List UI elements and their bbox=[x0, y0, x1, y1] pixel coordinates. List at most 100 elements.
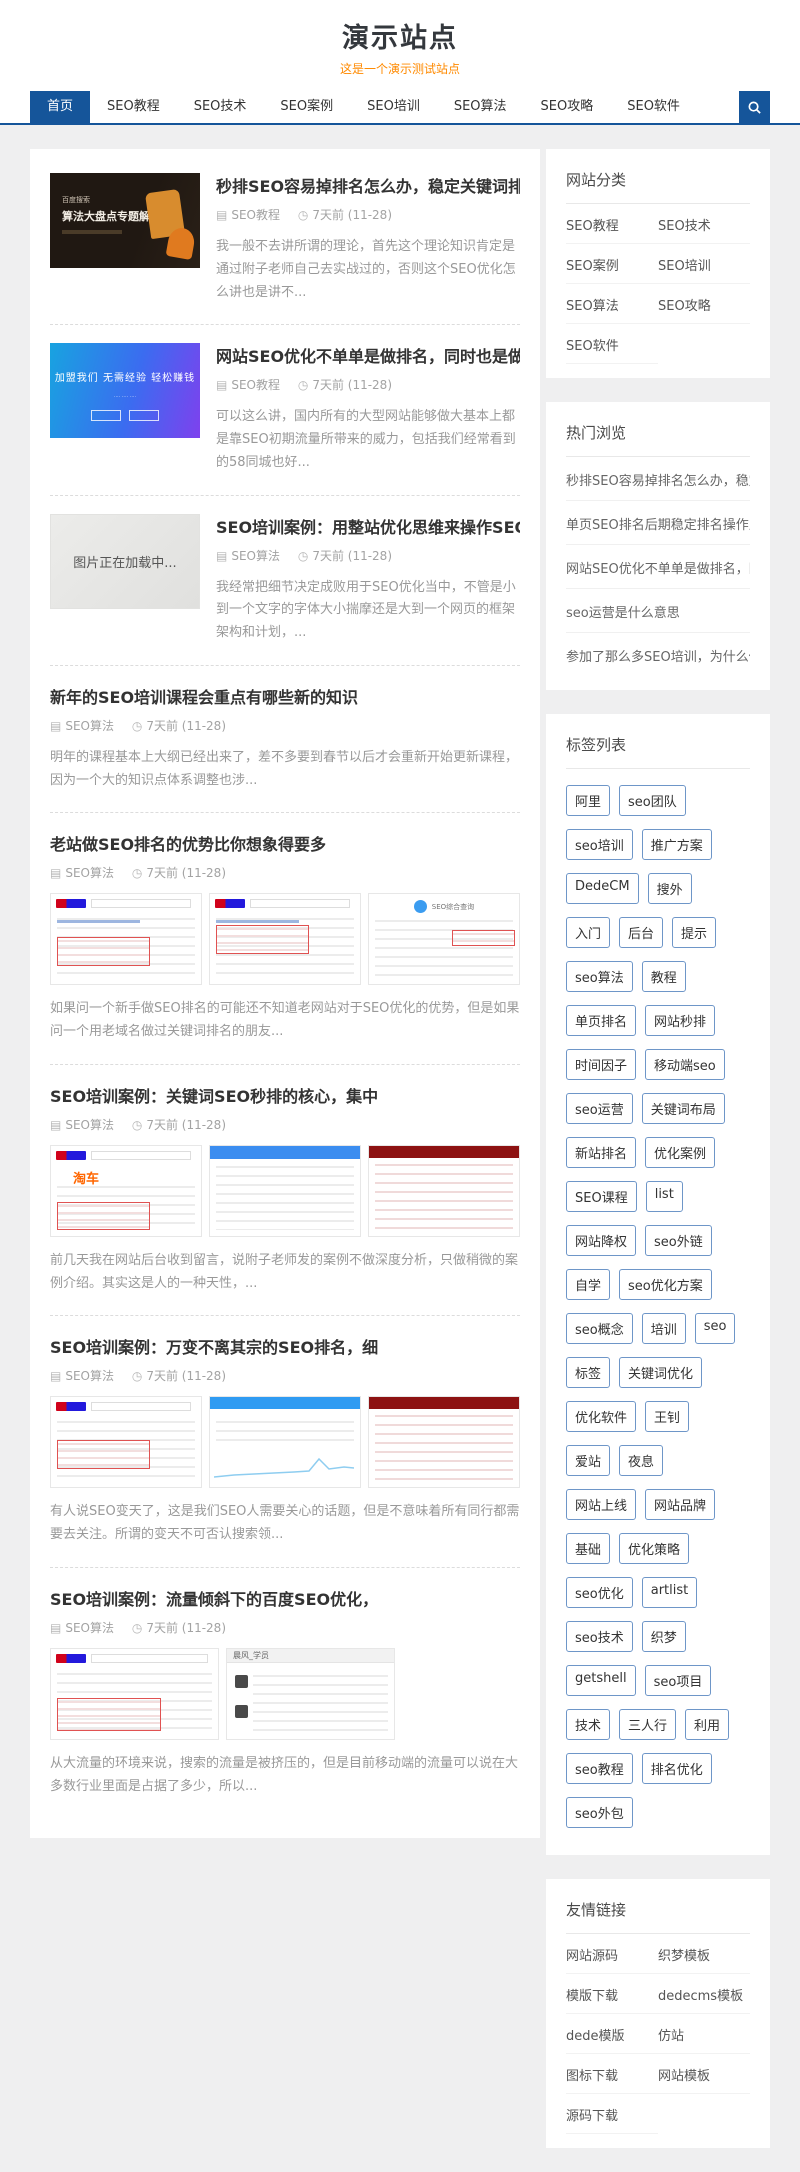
search-button[interactable] bbox=[739, 91, 770, 123]
tag-link[interactable]: 关键词优化 bbox=[619, 1357, 702, 1388]
category-link[interactable]: SEO培训 bbox=[658, 244, 750, 284]
article-meta: ▤SEO算法 ◷7天前 (11-28) bbox=[50, 1619, 520, 1636]
tag-link[interactable]: 新站排名 bbox=[566, 1137, 636, 1168]
nav-item-seo-strategy[interactable]: SEO攻略 bbox=[524, 91, 611, 123]
category-link[interactable]: SEO攻略 bbox=[658, 284, 750, 324]
friend-link[interactable]: 模版下载 bbox=[566, 1974, 658, 2014]
article-title[interactable]: 新年的SEO培训课程会重点有哪些新的知识 bbox=[50, 684, 520, 708]
tag-link[interactable]: 爱站 bbox=[566, 1445, 610, 1476]
tag-link[interactable]: 网站品牌 bbox=[645, 1489, 715, 1520]
nav-item-seo-algorithm[interactable]: SEO算法 bbox=[437, 91, 524, 123]
article-title[interactable]: SEO培训案例：关键词SEO秒排的核心，集中 bbox=[50, 1083, 520, 1107]
tag-link[interactable]: 利用 bbox=[685, 1709, 729, 1740]
friend-link[interactable]: 网站模板 bbox=[658, 2054, 750, 2094]
tag-link[interactable]: 移动端seo bbox=[645, 1049, 725, 1080]
friend-link[interactable]: 仿站 bbox=[658, 2014, 750, 2054]
nav-item-home[interactable]: 首页 bbox=[30, 91, 90, 123]
tag-link[interactable]: 王钊 bbox=[645, 1401, 689, 1432]
article-category[interactable]: SEO算法 bbox=[65, 719, 114, 733]
tag-link[interactable]: 织梦 bbox=[642, 1621, 686, 1652]
tag-link[interactable]: 培训 bbox=[642, 1313, 686, 1344]
tag-link[interactable]: 入门 bbox=[566, 917, 610, 948]
tag-link[interactable]: 推广方案 bbox=[642, 829, 712, 860]
article-title[interactable]: 网站SEO优化不单单是做排名，同时也是做 bbox=[216, 343, 520, 367]
tag-link[interactable]: seo概念 bbox=[566, 1313, 633, 1344]
article-title[interactable]: SEO培训案例：用整站优化思维来操作SEO首 bbox=[216, 514, 520, 538]
tag-link[interactable]: 夜息 bbox=[619, 1445, 663, 1476]
category-link[interactable]: SEO算法 bbox=[566, 284, 658, 324]
tag-link[interactable]: 阿里 bbox=[566, 785, 610, 816]
article-thumbnail[interactable]: 百度搜索 算法大盘点专题解读 bbox=[50, 173, 200, 268]
tag-link[interactable]: seo算法 bbox=[566, 961, 633, 992]
friend-link[interactable]: 源码下载 bbox=[566, 2094, 658, 2134]
category-link[interactable]: SEO案例 bbox=[566, 244, 658, 284]
tag-link[interactable]: 提示 bbox=[672, 917, 716, 948]
tag-link[interactable]: 网站降权 bbox=[566, 1225, 636, 1256]
friend-link[interactable]: 网站源码 bbox=[566, 1934, 658, 1974]
friend-link[interactable]: 织梦模板 bbox=[658, 1934, 750, 1974]
nav-item-seo-tutorial[interactable]: SEO教程 bbox=[90, 91, 177, 123]
hot-article-link[interactable]: 参加了那么多SEO培训，为什么你还 bbox=[566, 633, 750, 676]
tag-link[interactable]: getshell bbox=[566, 1665, 636, 1696]
tag-link[interactable]: 排名优化 bbox=[642, 1753, 712, 1784]
article-category[interactable]: SEO算法 bbox=[65, 1621, 114, 1635]
tag-link[interactable]: seo优化 bbox=[566, 1577, 633, 1608]
friend-link[interactable]: dede模版 bbox=[566, 2014, 658, 2054]
article-category[interactable]: SEO算法 bbox=[65, 1369, 114, 1383]
tag-link[interactable]: seo bbox=[695, 1313, 736, 1344]
article-category[interactable]: SEO算法 bbox=[231, 549, 280, 563]
category-link[interactable]: SEO软件 bbox=[566, 324, 658, 364]
tag-link[interactable]: SEO课程 bbox=[566, 1181, 637, 1212]
tag-link[interactable]: 教程 bbox=[642, 961, 686, 992]
tag-link[interactable]: 优化案例 bbox=[645, 1137, 715, 1168]
hot-article-link[interactable]: 秒排SEO容易掉排名怎么办，稳定关 bbox=[566, 457, 750, 501]
tag-link[interactable]: seo技术 bbox=[566, 1621, 633, 1652]
tag-link[interactable]: seo团队 bbox=[619, 785, 686, 816]
nav-item-seo-tech[interactable]: SEO技术 bbox=[177, 91, 264, 123]
hot-article-link[interactable]: 网站SEO优化不单单是做排名，同时 bbox=[566, 545, 750, 589]
article-category[interactable]: SEO算法 bbox=[65, 1118, 114, 1132]
tag-link[interactable]: list bbox=[646, 1181, 683, 1212]
tag-link[interactable]: 基础 bbox=[566, 1533, 610, 1564]
tag-link[interactable]: 网站上线 bbox=[566, 1489, 636, 1520]
tag-link[interactable]: DedeCM bbox=[566, 873, 639, 904]
tag-link[interactable]: artlist bbox=[642, 1577, 698, 1608]
tag-link[interactable]: 标签 bbox=[566, 1357, 610, 1388]
tag-link[interactable]: seo项目 bbox=[645, 1665, 712, 1696]
category-link[interactable]: SEO技术 bbox=[658, 204, 750, 244]
tag-link[interactable]: 自学 bbox=[566, 1269, 610, 1300]
tag-link[interactable]: 关键词布局 bbox=[642, 1093, 725, 1124]
tag-link[interactable]: seo运营 bbox=[566, 1093, 633, 1124]
tag-link[interactable]: 三人行 bbox=[619, 1709, 676, 1740]
article-title[interactable]: 秒排SEO容易掉排名怎么办，稳定关键词排 bbox=[216, 173, 520, 197]
nav-item-seo-training[interactable]: SEO培训 bbox=[350, 91, 437, 123]
tag-link[interactable]: seo培训 bbox=[566, 829, 633, 860]
nav-item-seo-case[interactable]: SEO案例 bbox=[263, 91, 350, 123]
tag-link[interactable]: seo外包 bbox=[566, 1797, 633, 1828]
article-title[interactable]: 老站做SEO排名的优势比你想象得要多 bbox=[50, 831, 520, 855]
tag-link[interactable]: seo外链 bbox=[645, 1225, 712, 1256]
tag-link[interactable]: 优化软件 bbox=[566, 1401, 636, 1432]
article-title[interactable]: SEO培训案例：万变不离其宗的SEO排名，细 bbox=[50, 1334, 520, 1358]
tag-link[interactable]: 搜外 bbox=[648, 873, 692, 904]
article-thumbnail[interactable]: 加盟我们 无需经验 轻松赚钱 ···· ···· ···· bbox=[50, 343, 200, 438]
article-category[interactable]: SEO教程 bbox=[231, 208, 280, 222]
hot-article-link[interactable]: 单页SEO排名后期稳定排名操作之长 bbox=[566, 501, 750, 545]
category-link[interactable]: SEO教程 bbox=[566, 204, 658, 244]
article-thumbnail-loading[interactable]: 图片正在加载中... bbox=[50, 514, 200, 609]
tag-link[interactable]: 技术 bbox=[566, 1709, 610, 1740]
tag-link[interactable]: seo教程 bbox=[566, 1753, 633, 1784]
tag-link[interactable]: 单页排名 bbox=[566, 1005, 636, 1036]
tag-link[interactable]: 优化策略 bbox=[619, 1533, 689, 1564]
article-title[interactable]: SEO培训案例：流量倾斜下的百度SEO优化， bbox=[50, 1586, 520, 1610]
article-category[interactable]: SEO教程 bbox=[231, 378, 280, 392]
friend-link[interactable]: 图标下载 bbox=[566, 2054, 658, 2094]
friend-link[interactable]: dedecms模板 bbox=[658, 1974, 750, 2014]
article-category[interactable]: SEO算法 bbox=[65, 866, 114, 880]
hot-article-link[interactable]: seo运营是什么意思 bbox=[566, 589, 750, 633]
tag-link[interactable]: 时间因子 bbox=[566, 1049, 636, 1080]
tag-link[interactable]: 后台 bbox=[619, 917, 663, 948]
tag-link[interactable]: 网站秒排 bbox=[645, 1005, 715, 1036]
tag-link[interactable]: seo优化方案 bbox=[619, 1269, 712, 1300]
nav-item-seo-software[interactable]: SEO软件 bbox=[610, 91, 697, 123]
